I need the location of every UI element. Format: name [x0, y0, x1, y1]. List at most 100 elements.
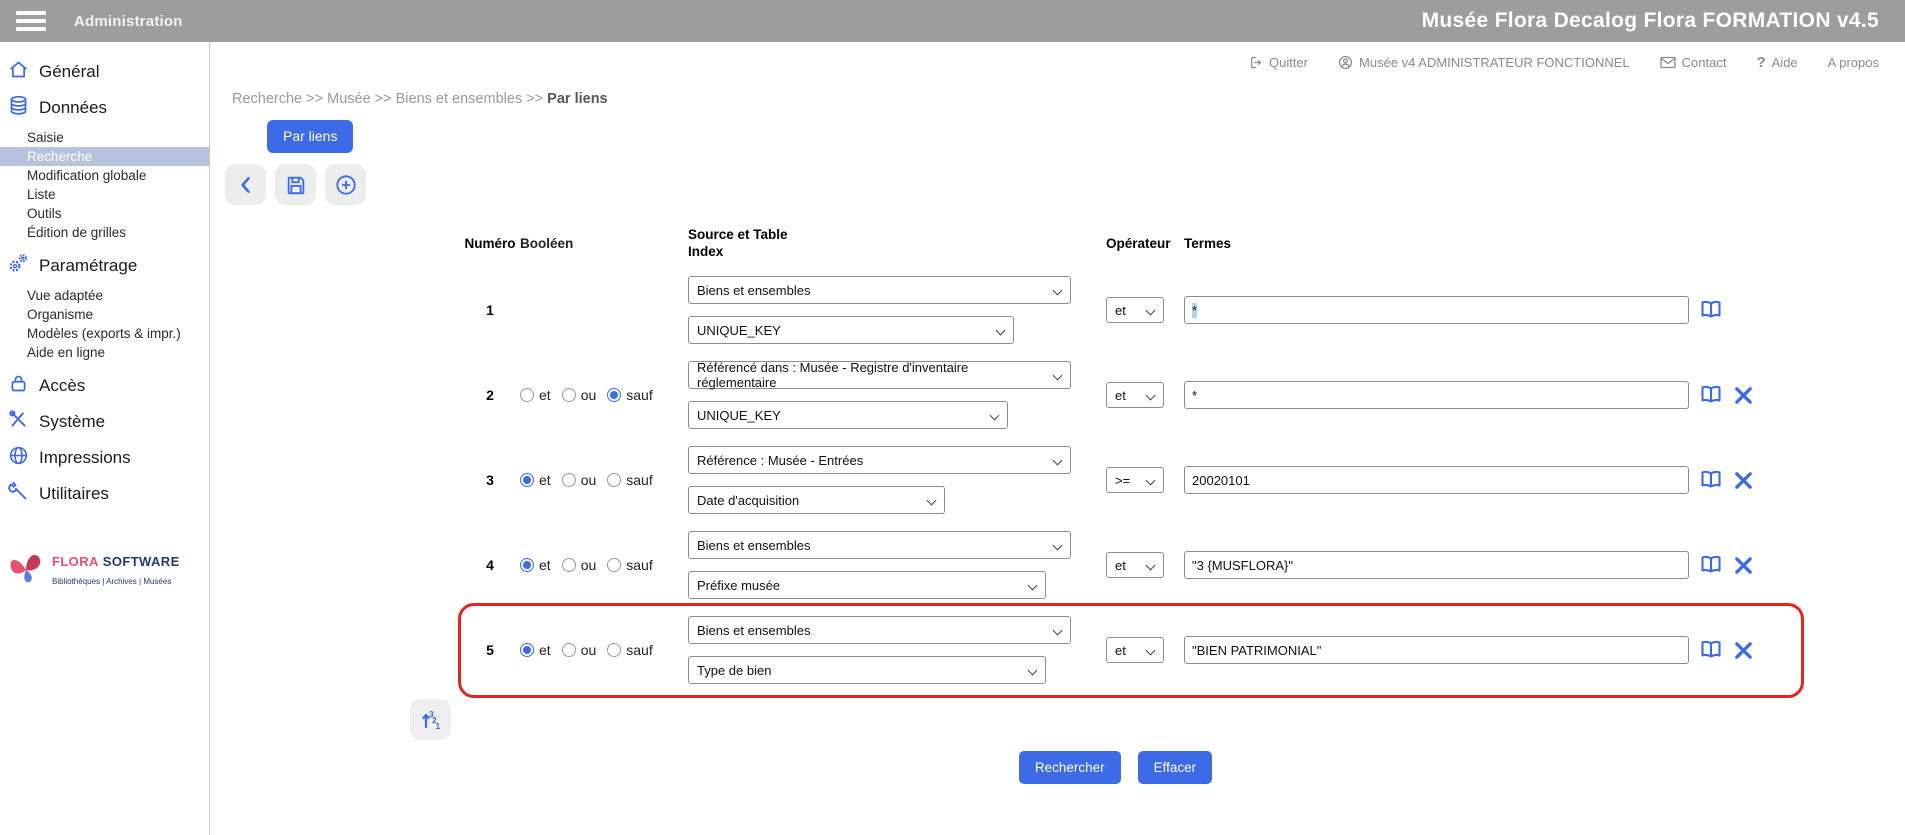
radio-et[interactable]	[520, 643, 534, 657]
radio-et[interactable]	[520, 473, 534, 487]
book-icon	[1699, 638, 1723, 662]
sidebar-item-edition-de-grilles[interactable]: Édition de grilles	[0, 223, 209, 242]
user-account-link[interactable]: Musée v4 ADMINISTRATEUR FONCTIONNEL	[1338, 55, 1630, 70]
header-termes: Termes	[1184, 236, 1699, 251]
sidebar-item-impressions[interactable]: Impressions	[0, 440, 209, 476]
add-criteria-button[interactable]	[325, 164, 366, 205]
operator-select[interactable]: et	[1106, 552, 1164, 578]
sidebar-item-utilitaires[interactable]: Utilitaires	[0, 476, 209, 512]
index-lookup-button[interactable]	[1699, 468, 1723, 492]
terms-input[interactable]: 20020101	[1184, 466, 1689, 494]
sidebar-item-saisie[interactable]: Saisie	[0, 128, 209, 147]
chevron-down-icon	[990, 411, 999, 420]
sidebar-item-outils[interactable]: Outils	[0, 204, 209, 223]
radio-sauf[interactable]	[607, 473, 621, 487]
index-lookup-button[interactable]	[1699, 638, 1723, 662]
breadcrumb-path[interactable]: Recherche >> Musée >> Biens et ensembles…	[232, 91, 547, 107]
sidebar-item-vue-adaptee[interactable]: Vue adaptée	[0, 286, 209, 305]
chevron-down-icon	[1053, 456, 1062, 465]
operator-select[interactable]: et	[1106, 297, 1164, 323]
sidebar-item-recherche[interactable]: Recherche	[0, 147, 209, 166]
hamburger-menu-icon[interactable]	[16, 11, 46, 31]
sidebar-item-aide-en-ligne[interactable]: Aide en ligne	[0, 343, 209, 362]
quitter-link[interactable]: Quitter	[1248, 55, 1308, 70]
radio-ou[interactable]	[562, 473, 576, 487]
radio-et[interactable]	[520, 558, 534, 572]
breadcrumb-current: Par liens	[547, 91, 607, 107]
chevron-down-icon	[996, 326, 1005, 335]
chevron-down-icon	[1146, 561, 1155, 570]
tab-par-liens[interactable]: Par liens	[267, 120, 353, 153]
chevron-down-icon	[1028, 581, 1037, 590]
contact-link[interactable]: Contact	[1660, 55, 1727, 70]
sidebar-item-modeles[interactable]: Modèles (exports & impr.)	[0, 324, 209, 343]
source-select[interactable]: Référencé dans : Musée - Registre d'inve…	[688, 361, 1071, 389]
index-lookup-button[interactable]	[1699, 553, 1723, 577]
terms-input[interactable]: "BIEN PATRIMONIAL"	[1184, 636, 1689, 664]
index-lookup-button[interactable]	[1699, 383, 1723, 407]
sidebar: Général Données Saisie Recherche Modific…	[0, 42, 210, 835]
terms-input[interactable]: "3 {MUSFLORA}"	[1184, 551, 1689, 579]
main-content: Quitter Musée v4 ADMINISTRATEUR FONCTION…	[210, 42, 1905, 835]
index-select[interactable]: Date d'acquisition	[688, 486, 945, 514]
operator-select[interactable]: et	[1106, 382, 1164, 408]
sidebar-item-acces[interactable]: Accès	[0, 368, 209, 404]
index-select[interactable]: UNIQUE_KEY	[688, 316, 1014, 344]
radio-sauf[interactable]	[607, 558, 621, 572]
operator-select[interactable]: >=	[1106, 467, 1164, 493]
row-number: 5	[460, 642, 520, 658]
row-number: 2	[460, 387, 520, 403]
save-button[interactable]	[275, 164, 316, 205]
logout-icon	[1248, 55, 1263, 70]
aide-link[interactable]: ? Aide	[1756, 54, 1797, 71]
sort-numeric-button[interactable]: 3 2 1	[410, 699, 451, 740]
source-select[interactable]: Biens et ensembles	[688, 531, 1071, 559]
boolean-radio-group: et ou sauf	[520, 387, 688, 403]
index-select[interactable]: Type de bien	[688, 656, 1046, 684]
header-operateur: Opérateur	[1106, 236, 1184, 251]
chevron-down-icon	[1146, 306, 1155, 315]
operator-select[interactable]: et	[1106, 637, 1164, 663]
delete-row-button[interactable]	[1732, 384, 1755, 407]
terms-input[interactable]: *	[1184, 381, 1689, 409]
source-select[interactable]: Biens et ensembles	[688, 276, 1071, 304]
brand-tagline: Bibliothèques | Archives | Musées	[52, 577, 171, 586]
close-icon	[1732, 469, 1755, 492]
wrench-icon	[8, 481, 29, 507]
radio-ou[interactable]	[562, 558, 576, 572]
sidebar-item-systeme[interactable]: Système	[0, 404, 209, 440]
effacer-button[interactable]: Effacer	[1138, 751, 1213, 784]
radio-et[interactable]	[520, 388, 534, 402]
row-number: 1	[460, 302, 520, 318]
donnees-submenu: Saisie Recherche Modification globale Li…	[0, 128, 209, 242]
radio-sauf[interactable]	[607, 388, 621, 402]
index-lookup-button[interactable]	[1699, 298, 1723, 322]
index-select[interactable]: UNIQUE_KEY	[688, 401, 1008, 429]
radio-ou[interactable]	[562, 388, 576, 402]
delete-row-button[interactable]	[1732, 469, 1755, 492]
radio-ou[interactable]	[562, 643, 576, 657]
action-buttons: Rechercher Effacer	[268, 751, 1905, 784]
delete-row-button[interactable]	[1732, 554, 1755, 577]
rechercher-button[interactable]: Rechercher	[1019, 751, 1121, 784]
sidebar-item-liste[interactable]: Liste	[0, 185, 209, 204]
svg-text:1: 1	[435, 721, 440, 731]
back-button[interactable]	[225, 164, 266, 205]
chevron-down-icon	[1053, 371, 1062, 380]
source-select[interactable]: Biens et ensembles	[688, 616, 1071, 644]
criteria-row-2: 2 et ou sauf Référencé dans : Musée - Re…	[460, 361, 1905, 429]
sidebar-item-organisme[interactable]: Organisme	[0, 305, 209, 324]
book-icon	[1699, 298, 1723, 322]
criteria-table: Numéro Booléen Source et Table Index Opé…	[460, 205, 1905, 684]
radio-sauf[interactable]	[607, 643, 621, 657]
sidebar-item-modification-globale[interactable]: Modification globale	[0, 166, 209, 185]
apropos-link[interactable]: A propos	[1828, 55, 1879, 70]
source-select[interactable]: Référence : Musée - Entrées	[688, 446, 1071, 474]
sidebar-item-donnees[interactable]: Données	[0, 90, 209, 126]
boolean-radio-group: et ou sauf	[520, 472, 688, 488]
delete-row-button[interactable]	[1732, 639, 1755, 662]
index-select[interactable]: Préfixe musée	[688, 571, 1046, 599]
sidebar-item-general[interactable]: Général	[0, 54, 209, 90]
sidebar-item-parametrage[interactable]: Paramétrage	[0, 248, 209, 284]
terms-input[interactable]: *	[1184, 296, 1689, 324]
